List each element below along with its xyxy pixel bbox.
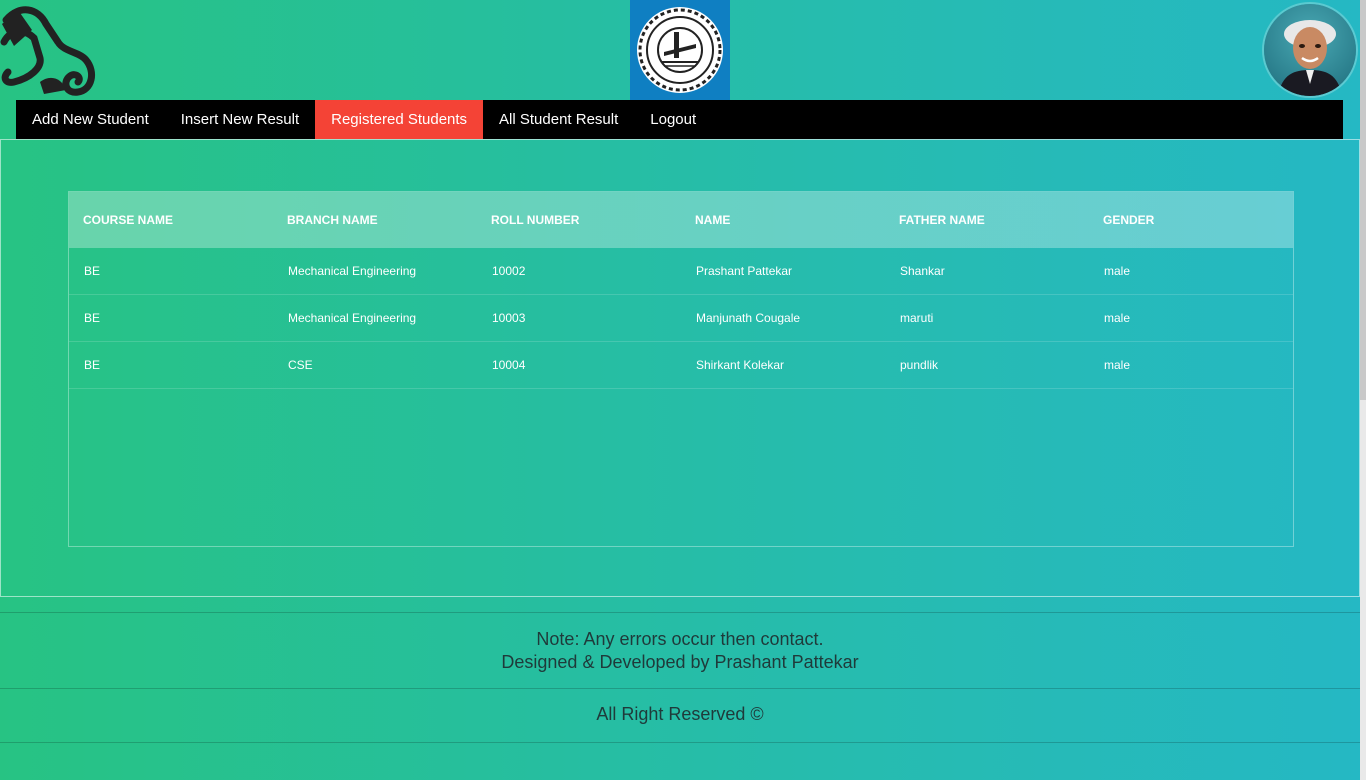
table-header-row: COURSE NAME BRANCH NAME ROLL NUMBER NAME… [69,192,1293,248]
cell-gender: male [1089,341,1293,389]
cell-roll: 10004 [477,341,681,389]
main-navbar: Add New Student Insert New Result Regist… [16,100,1343,139]
main-panel: COURSE NAME BRANCH NAME ROLL NUMBER NAME… [0,139,1360,597]
footer-divider [0,688,1360,689]
cell-course: BE [69,248,273,295]
nav-insert-new-result[interactable]: Insert New Result [165,100,315,139]
header-course-name: COURSE NAME [83,213,174,227]
scroll-logo-icon [0,2,104,98]
students-table: COURSE NAME BRANCH NAME ROLL NUMBER NAME… [69,192,1293,389]
header-roll-number: ROLL NUMBER [491,213,580,227]
cell-gender: male [1089,294,1293,342]
cell-branch: Mechanical Engineering [273,248,477,295]
page-scrollbar-thumb[interactable] [1360,0,1366,400]
cell-course: BE [69,294,273,342]
cell-name: Prashant Pattekar [681,248,885,295]
college-seal-icon [630,0,730,100]
header-branch-name: BRANCH NAME [287,213,378,227]
nav-add-new-student[interactable]: Add New Student [16,100,165,139]
table-row: BE Mechanical Engineering 10003 Manjunat… [69,294,1293,342]
avatar[interactable] [1264,4,1356,96]
table-row: BE Mechanical Engineering 10002 Prashant… [69,248,1293,295]
footer-divider [0,742,1360,743]
nav-registered-students[interactable]: Registered Students [315,100,484,139]
nav-logout[interactable]: Logout [634,100,712,139]
cell-father: Shankar [885,248,1089,295]
cell-name: Manjunath Cougale [681,294,885,342]
header-name: NAME [695,213,731,227]
footer-divider [0,612,1360,613]
footer-copyright: All Right Reserved © [596,704,764,724]
cell-branch: CSE [273,341,477,389]
footer-note-line1: Note: Any errors occur then contact. [536,629,824,649]
header-gender: GENDER [1103,213,1155,227]
cell-roll: 10003 [477,294,681,342]
cell-father: pundlik [885,341,1089,389]
students-table-container: COURSE NAME BRANCH NAME ROLL NUMBER NAME… [68,191,1294,547]
header-father-name: FATHER NAME [899,213,985,227]
nav-all-student-result[interactable]: All Student Result [483,100,634,139]
cell-father: maruti [885,294,1089,342]
header [0,0,1366,100]
table-row: BE CSE 10004 Shirkant Kolekar pundlik ma… [69,341,1293,389]
cell-branch: Mechanical Engineering [273,294,477,342]
footer-note-line2: Designed & Developed by Prashant Patteka… [501,652,859,672]
footer-note: Note: Any errors occur then contact. Des… [0,628,1360,674]
cell-roll: 10002 [477,248,681,295]
cell-course: BE [69,341,273,389]
cell-name: Shirkant Kolekar [681,341,885,389]
cell-gender: male [1089,248,1293,295]
